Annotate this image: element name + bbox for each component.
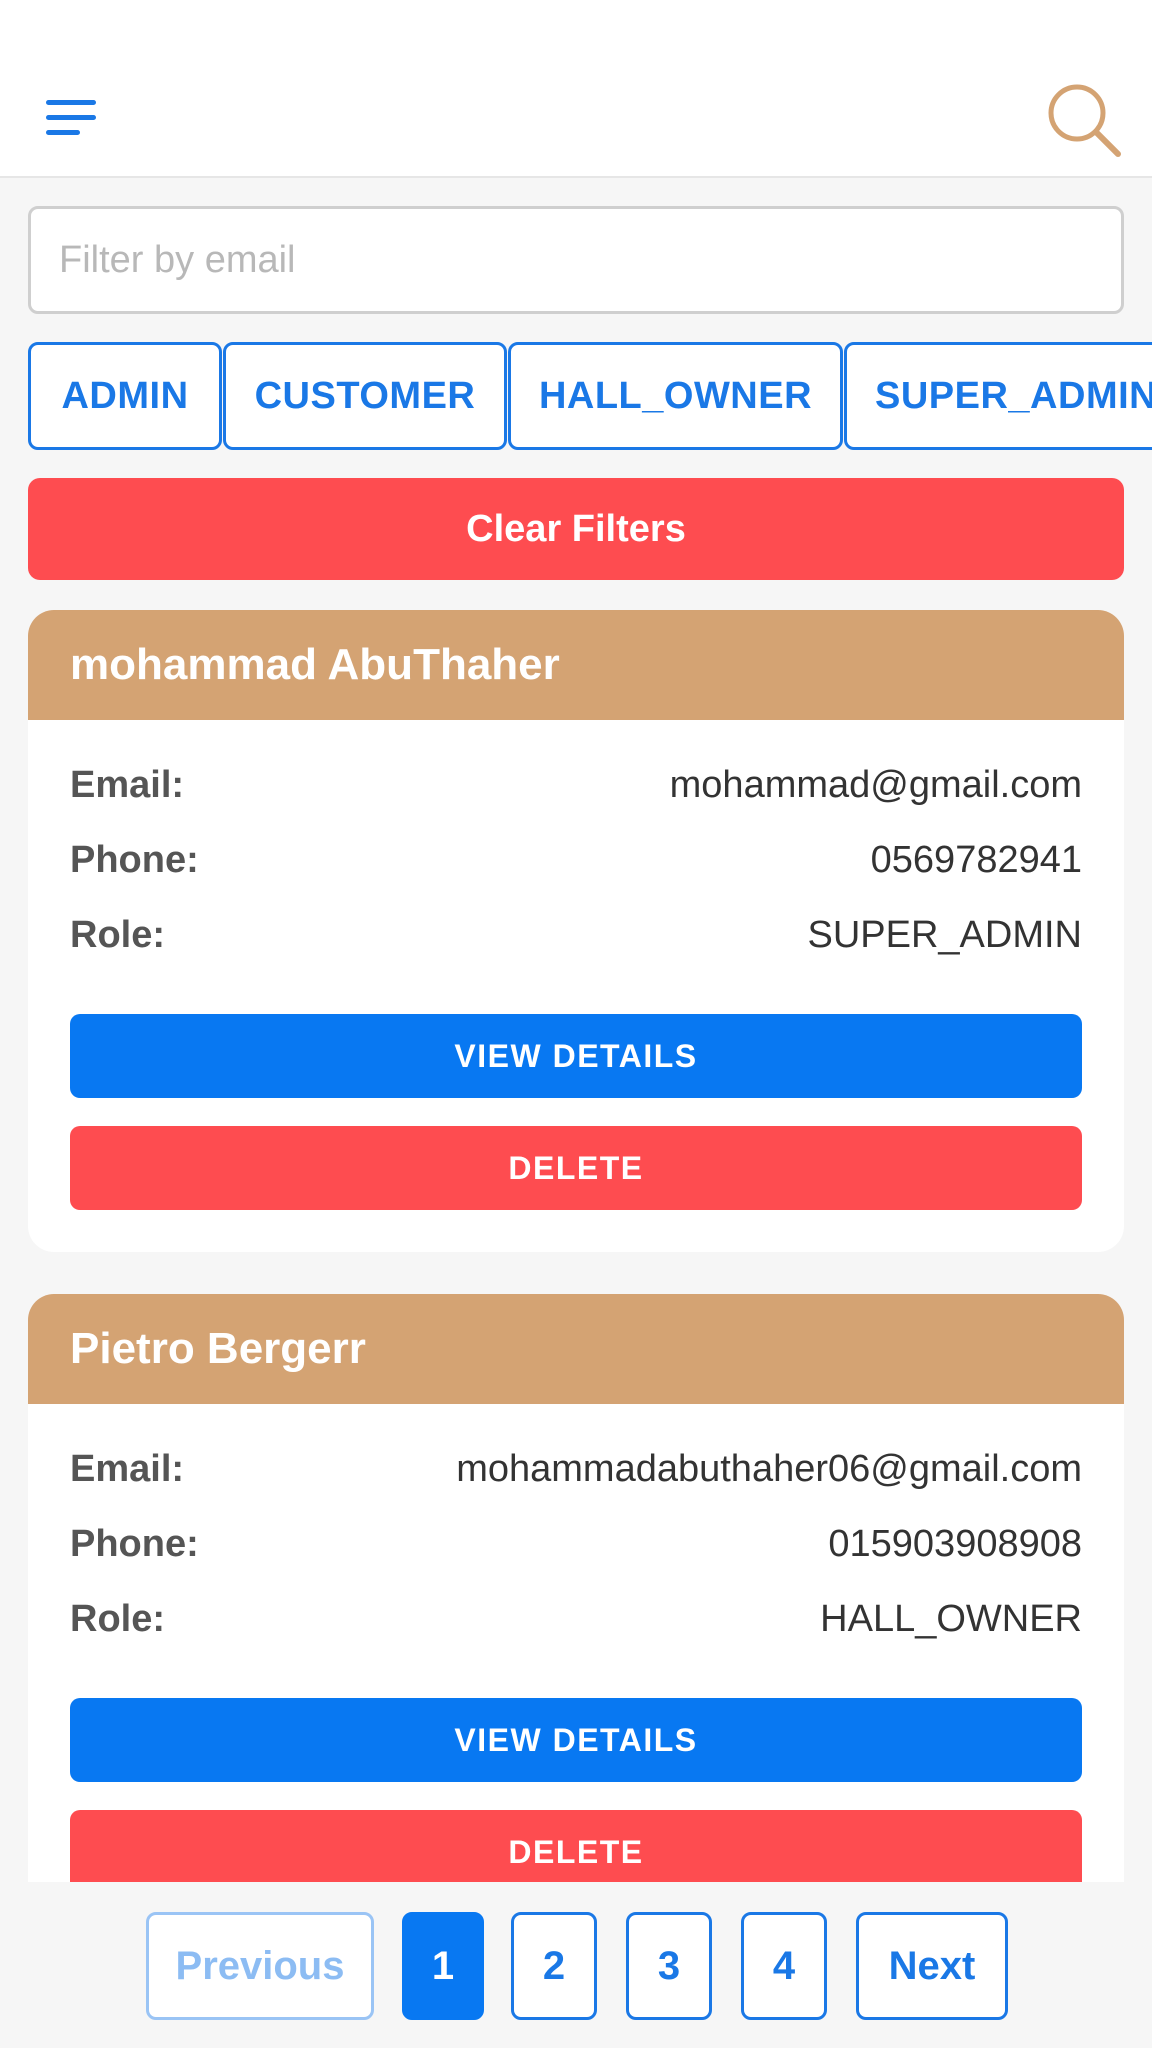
app-header xyxy=(0,0,1152,178)
email-label: Email: xyxy=(70,763,185,806)
user-name: Pietro Bergerr xyxy=(28,1294,1124,1404)
role-row: Role: SUPER_ADMIN xyxy=(70,905,1082,965)
phone-row: Phone: 0569782941 xyxy=(70,830,1082,890)
role-value: HALL_OWNER xyxy=(820,1597,1082,1640)
page-2-button[interactable]: 2 xyxy=(511,1912,597,2020)
phone-value: 0569782941 xyxy=(870,838,1082,881)
next-page-button[interactable]: Next xyxy=(856,1912,1008,2020)
phone-label: Phone: xyxy=(70,838,199,881)
email-filter-input[interactable] xyxy=(28,206,1124,314)
role-label: Role: xyxy=(70,913,165,956)
role-value: SUPER_ADMIN xyxy=(807,913,1083,956)
pagination: Previous 1 2 3 4 Next xyxy=(0,1882,1152,2048)
clear-filters-button[interactable]: Clear Filters xyxy=(28,478,1124,580)
role-filter-customer[interactable]: CUSTOMER xyxy=(223,342,507,450)
phone-row: Phone: 015903908908 xyxy=(70,1514,1082,1574)
email-row: Email: mohammad@gmail.com xyxy=(70,755,1082,815)
phone-label: Phone: xyxy=(70,1522,199,1565)
delete-button[interactable]: DELETE xyxy=(70,1810,1082,1882)
user-card: Pietro Bergerr Email: mohammadabuthaher0… xyxy=(28,1294,1124,1882)
email-value: mohammadabuthaher06@gmail.com xyxy=(456,1447,1082,1490)
delete-button[interactable]: DELETE xyxy=(70,1126,1082,1210)
role-filter-bar: ADMIN CUSTOMER HALL_OWNER SUPER_ADMIN xyxy=(0,342,1152,450)
view-details-button[interactable]: VIEW DETAILS xyxy=(70,1014,1082,1098)
previous-page-button[interactable]: Previous xyxy=(146,1912,374,2020)
user-name: mohammad AbuThaher xyxy=(28,610,1124,720)
role-filter-hall-owner[interactable]: HALL_OWNER xyxy=(508,342,843,450)
email-row: Email: mohammadabuthaher06@gmail.com xyxy=(70,1439,1082,1499)
phone-value: 015903908908 xyxy=(828,1522,1082,1565)
page-4-button[interactable]: 4 xyxy=(741,1912,827,2020)
role-filter-admin[interactable]: ADMIN xyxy=(28,342,222,450)
role-label: Role: xyxy=(70,1597,165,1640)
view-details-button[interactable]: VIEW DETAILS xyxy=(70,1698,1082,1782)
search-icon[interactable] xyxy=(1044,80,1124,160)
page-3-button[interactable]: 3 xyxy=(626,1912,712,2020)
user-card: mohammad AbuThaher Email: mohammad@gmail… xyxy=(28,610,1124,1252)
email-label: Email: xyxy=(70,1447,185,1490)
hamburger-menu-icon[interactable] xyxy=(46,98,98,138)
role-filter-super-admin[interactable]: SUPER_ADMIN xyxy=(844,342,1152,450)
page-1-button[interactable]: 1 xyxy=(402,1912,484,2020)
role-row: Role: HALL_OWNER xyxy=(70,1589,1082,1649)
email-value: mohammad@gmail.com xyxy=(669,763,1082,806)
